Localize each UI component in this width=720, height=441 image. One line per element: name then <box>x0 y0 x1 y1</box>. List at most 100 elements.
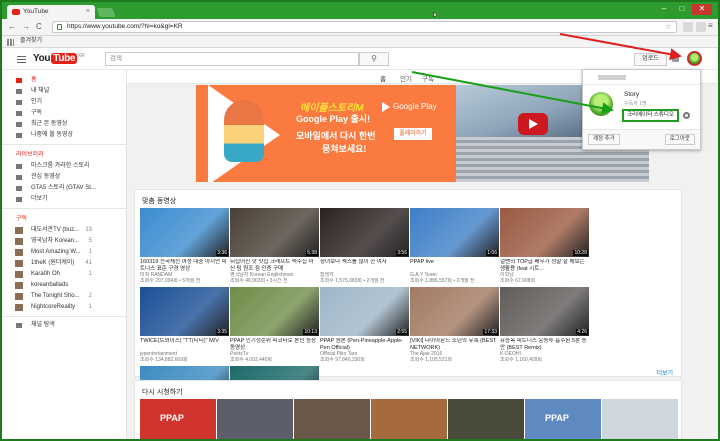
add-account-button[interactable]: 계정 추가 <box>588 134 620 145</box>
video-card[interactable]: 5:38 뒤집어진 핫 맛집 크래프트 맥주집 마신 팀 원조 짐 인증 구매 영국… <box>230 208 319 286</box>
video-thumbnail[interactable]: PPAP <box>140 399 216 439</box>
browser-tab[interactable]: YouTube × <box>7 5 95 19</box>
video-card[interactable]: 10:13 PPAP 인기정순위 피코타로 본인 등장 동영상 PeetsTv 조회수… <box>230 287 319 365</box>
sidebar-item[interactable]: 내 채널 <box>2 86 126 97</box>
bookmarks-label[interactable]: 즐겨찾기 <box>20 38 42 44</box>
subscription-item[interactable]: The Tonight Sho... 2 <box>2 291 126 302</box>
play-now-button[interactable]: 플레이하기 <box>394 128 432 140</box>
video-title[interactable]: 160319 전국체전 여성 대중 아시안 피트니스 표준 구경 영상 <box>140 259 229 272</box>
sidebar-item[interactable]: 인기 <box>2 97 126 108</box>
video-thumbnail[interactable]: 10:13 <box>230 287 319 336</box>
subscription-item[interactable]: 대도서관TV (buz... 13 <box>2 225 126 236</box>
more-link[interactable]: 더보기 <box>656 368 673 377</box>
tab-trending[interactable]: 인기 <box>400 73 412 83</box>
subscription-item[interactable]: 1theK (원더케이) 41 <box>2 258 126 269</box>
browse-channels-item[interactable]: 채널 탐색 <box>2 320 126 331</box>
video-play-icon[interactable] <box>518 113 548 135</box>
video-title[interactable]: PPAP live <box>410 259 499 272</box>
back-button[interactable]: ← <box>8 22 16 32</box>
video-card[interactable]: PPAP <box>140 399 216 439</box>
settings-gear-icon[interactable] <box>683 112 690 119</box>
video-card[interactable]: 2:55 PPAP 원본 (Pen-Pineapple-Apple-Pen Off… <box>320 287 409 365</box>
divider <box>2 316 126 317</box>
thumbnail-text: PPAP <box>545 413 569 423</box>
video-thumbnail[interactable] <box>371 399 447 439</box>
sidebar-item[interactable]: 나중에 볼 동영상 <box>2 130 126 141</box>
video-thumbnail[interactable]: 4:26 <box>500 287 589 336</box>
video-card[interactable] <box>217 399 293 439</box>
search-button[interactable]: ⚲ <box>359 52 389 66</box>
video-thumbnail[interactable]: PPAP <box>525 399 601 439</box>
channel-avatar[interactable] <box>589 92 613 116</box>
sign-out-button[interactable]: 로그아웃 <box>664 134 695 145</box>
video-title[interactable]: 걸밴의 TOP급 배우가 정말 잘 해보는 생활용 (feat 시트... <box>500 259 589 272</box>
sidebar-item[interactable]: 홈 <box>2 75 126 86</box>
account-avatar[interactable] <box>687 51 702 66</box>
video-card[interactable] <box>371 399 447 439</box>
video-title[interactable]: 유승옥 피트니스 운동투 흡수된 5분 동안 (BEST Remix) <box>500 338 589 351</box>
video-card[interactable] <box>294 399 370 439</box>
new-tab-button[interactable] <box>96 8 116 17</box>
library-item[interactable]: 관심 동영상 <box>2 172 126 183</box>
subscription-item[interactable]: koreanballads <box>2 280 126 291</box>
creator-studio-button[interactable]: 크리에이터 스튜디오 <box>622 109 679 122</box>
maximize-button[interactable]: □ <box>674 4 690 15</box>
minimize-button[interactable]: – <box>656 4 672 15</box>
menu-icon[interactable]: ≡ <box>708 22 715 32</box>
video-card[interactable]: 3:56 창녀보다 섹스를 많이 한 여자 잡생각 조회수 1,575,083회 • … <box>320 208 409 286</box>
extension-icon[interactable] <box>696 22 706 32</box>
video-title[interactable]: PPAP 인기정순위 피코타로 본인 등장 동영상 <box>230 338 319 351</box>
video-thumbnail[interactable]: 10:28 <box>500 208 589 257</box>
video-card[interactable]: 17:33 [VIKI] 다이아몬드 소년의 유혹 (BEST NETWORK) T… <box>410 287 499 365</box>
upload-button[interactable]: 업로드 <box>634 53 667 66</box>
video-thumbnail[interactable] <box>448 399 524 439</box>
video-card[interactable]: 3:36 160319 전국체전 여성 대중 아시안 피트니스 표준 구경 영상 미… <box>140 208 229 286</box>
video-thumbnail[interactable]: 1:06 <box>410 208 499 257</box>
extension-icon[interactable] <box>683 22 693 32</box>
video-thumbnail[interactable]: 3:36 <box>140 208 229 257</box>
library-item[interactable]: 더보기 <box>2 194 126 205</box>
video-thumbnail[interactable] <box>294 399 370 439</box>
library-item[interactable]: 마스크룸 카라한 스토리 <box>2 161 126 172</box>
channel-icon <box>16 89 22 94</box>
video-title[interactable]: 창녀보다 섹스를 많이 한 여자 <box>320 259 409 272</box>
video-card[interactable]: 1:06 PPAP live G.A.Y Team 조회수 1,886,557회 • … <box>410 208 499 286</box>
like-icon <box>16 175 22 180</box>
video-thumbnail[interactable]: 17:33 <box>410 287 499 336</box>
apps-icon[interactable] <box>7 39 14 46</box>
video-thumbnail[interactable]: 2:55 <box>320 287 409 336</box>
guide-menu-icon[interactable] <box>17 56 26 63</box>
reload-button[interactable]: C <box>36 22 42 32</box>
tab-close-icon[interactable]: × <box>86 5 90 19</box>
video-title[interactable]: PPAP 원본 (Pen-Pineapple-Apple-Pen Officia… <box>320 338 409 351</box>
youtube-logo[interactable]: You Tube KR <box>33 53 85 64</box>
sidebar-item[interactable]: 최근 본 동영상 <box>2 119 126 130</box>
library-item[interactable]: GTA5 스토리 (GTAV St... <box>2 183 126 194</box>
subscription-item[interactable]: NightcoreReality 1 <box>2 302 126 313</box>
bookmark-star-icon[interactable]: ☆ <box>665 22 672 32</box>
video-thumbnail[interactable] <box>217 399 293 439</box>
notifications-icon[interactable] <box>672 55 679 62</box>
video-title[interactable]: 뒤집어진 핫 맛집 크래프트 맥주집 마신 팀 원조 짐 인증 구매 <box>230 259 319 272</box>
video-card[interactable] <box>602 399 678 439</box>
video-title[interactable]: [VIKI] 다이아몬드 소년의 유혹 (BEST NETWORK) <box>410 338 499 351</box>
subscription-item[interactable]: Most Amazing W... 1 <box>2 247 126 258</box>
video-card[interactable]: 10:28 걸밴의 TOP급 배우가 정말 잘 해보는 생활용 (feat 시트.… <box>500 208 589 286</box>
video-card[interactable]: PPAP <box>525 399 601 439</box>
subscription-item[interactable]: 영국남자 Korean... 5 <box>2 236 126 247</box>
video-thumbnail[interactable] <box>602 399 678 439</box>
url-input[interactable]: https://www.youtube.com/?hl=ko&gl=KR ☆ <box>52 21 677 33</box>
video-thumbnail[interactable]: 3:35 <box>140 287 229 336</box>
video-card[interactable] <box>448 399 524 439</box>
video-thumbnail[interactable]: 5:38 <box>230 208 319 257</box>
video-card[interactable]: 3:35 TWICE(트와이스) "TT(티티)" M/V jypentertain… <box>140 287 229 365</box>
video-card[interactable]: 4:26 유승옥 피트니스 운동투 흡수된 5분 동안 (BEST Remix) K… <box>500 287 589 365</box>
forward-button[interactable]: → <box>22 22 30 32</box>
sidebar-item[interactable]: 구독 <box>2 108 126 119</box>
tab-subscriptions[interactable]: 구독 <box>422 73 434 83</box>
close-window-button[interactable]: ✕ <box>692 4 712 15</box>
subscription-item[interactable]: Kara0h Oh 1 <box>2 269 126 280</box>
video-thumbnail[interactable]: 3:56 <box>320 208 409 257</box>
video-title[interactable]: TWICE(트와이스) "TT(티티)" M/V <box>140 338 229 351</box>
search-input[interactable]: 검색 <box>105 52 359 66</box>
